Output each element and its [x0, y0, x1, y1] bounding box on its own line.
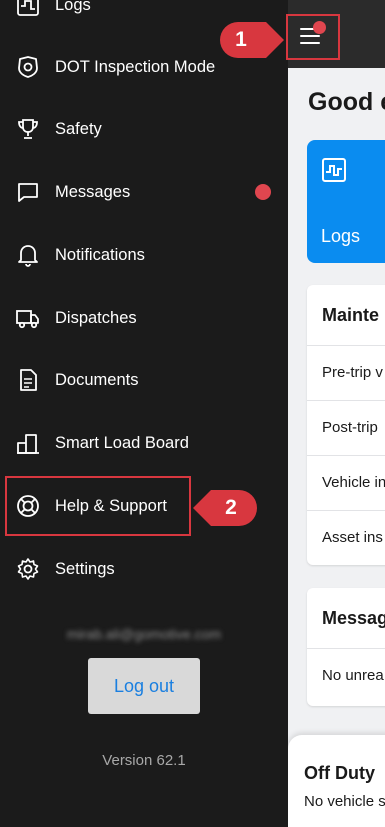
truck-icon	[15, 305, 41, 331]
trophy-icon	[15, 116, 41, 142]
sidebar-item-safety[interactable]: Safety	[0, 104, 288, 154]
document-icon	[15, 367, 41, 393]
list-item[interactable]: No unrea	[307, 648, 385, 706]
logout-button[interactable]: Log out	[88, 658, 200, 714]
greeting-title: Good e	[308, 88, 385, 116]
messages-card-title: Messag	[322, 608, 385, 628]
sidebar-item-notifications[interactable]: Notifications	[0, 230, 288, 280]
sidebar-item-label: Messages	[55, 182, 131, 201]
sidebar-item-settings[interactable]: Settings	[0, 544, 288, 594]
duty-status-sheet[interactable]: Off Duty No vehicle s	[288, 735, 385, 827]
highlight-box-help-support	[5, 476, 191, 536]
app-version: Version 62.1	[102, 752, 186, 769]
sidebar-item-label: Dispatches	[55, 308, 137, 327]
sidebar-item-label: Settings	[55, 559, 115, 578]
sidebar-item-smart-load-board[interactable]: Smart Load Board	[0, 418, 288, 468]
list-item[interactable]: Pre-trip v	[307, 345, 385, 400]
sidebar-item-messages[interactable]: Messages	[0, 167, 288, 217]
step-number-2: 2	[225, 496, 237, 519]
logs-icon	[15, 0, 41, 18]
sidebar-item-dispatches[interactable]: Dispatches	[0, 293, 288, 343]
sidebar-item-label: Safety	[55, 119, 102, 138]
sidebar-item-label: Documents	[55, 370, 139, 389]
list-item[interactable]: Post-trip	[307, 400, 385, 455]
sidebar-item-documents[interactable]: Documents	[0, 355, 288, 405]
unread-badge	[255, 184, 271, 200]
chart-box-icon	[322, 158, 346, 182]
sidebar-item-label: Notifications	[55, 245, 145, 264]
duty-status: Off Duty	[304, 763, 375, 783]
gear-icon	[15, 556, 41, 582]
logs-tile-label: Logs	[321, 226, 361, 246]
maintenance-card: Mainte Pre-trip v Post-trip Vehicle in A…	[307, 285, 385, 565]
list-item[interactable]: Asset ins	[307, 510, 385, 565]
chat-bubble-icon	[15, 179, 41, 205]
messages-card: Messag No unrea	[307, 588, 385, 706]
buildings-icon	[15, 430, 41, 456]
user-email: mirab.ali@gomotive.com	[66, 626, 222, 642]
main-content: Good e Logs Mainte Pre-trip v Post-trip …	[288, 0, 385, 827]
step-number-1: 1	[235, 28, 247, 51]
navigation-drawer: Logs DOT Inspection Mode Safety Messages…	[0, 0, 288, 827]
duty-status-detail: No vehicle s	[304, 793, 385, 810]
highlight-box-hamburger	[286, 14, 340, 60]
shield-badge-icon	[15, 54, 41, 80]
sidebar-item-label: Smart Load Board	[55, 433, 189, 452]
sidebar-item-label: Logs	[55, 0, 91, 14]
list-item[interactable]: Vehicle in	[307, 455, 385, 510]
bell-icon	[15, 242, 41, 268]
maintenance-card-title: Mainte	[322, 305, 380, 325]
sidebar-item-label: DOT Inspection Mode	[55, 57, 216, 76]
